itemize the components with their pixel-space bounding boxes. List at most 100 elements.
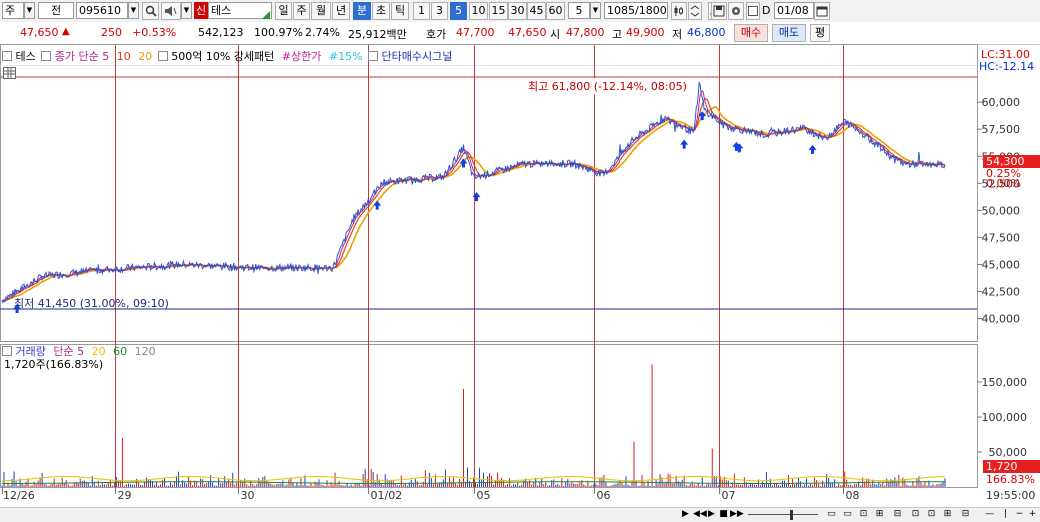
scroll-left-icon[interactable]: ▶: [680, 509, 691, 520]
bottom-scrollbar[interactable]: ▶ ◀◀ ▶ ■ ▶▶ ▭ ▭ ⊡ ⊞ ⊟ ⊡ ⊡ ⊞ ⊟ — | − +: [0, 507, 1040, 522]
drawing-tool-icon-6[interactable]: ⊡: [910, 509, 921, 520]
legend-box-icon-4: [368, 51, 379, 61]
minute-1-button[interactable]: 1: [413, 2, 430, 20]
period-day-button[interactable]: 일: [275, 2, 292, 20]
eval-button[interactable]: 평: [810, 24, 830, 42]
up-arrow-icon: ▲: [62, 26, 70, 37]
period-type-select[interactable]: 전: [38, 2, 74, 19]
quote-bar: 47,650 ▲ 250 +0.53% 542,123 100.97% 2.74…: [0, 22, 1040, 45]
volume-axis-ticks: 150,000 100,000 50,000: [977, 376, 1027, 459]
checkbox-d[interactable]: [746, 2, 760, 20]
period-week-button[interactable]: 주: [293, 2, 310, 20]
volume-tick-label: 150,000: [982, 376, 1028, 389]
high-label: 고: [612, 28, 623, 41]
price-line: [1, 81, 946, 304]
period-second-button[interactable]: 초: [372, 2, 390, 20]
credit-badge: 신: [194, 2, 208, 19]
minute-15-button[interactable]: 15: [489, 2, 508, 20]
volume-tick-label: 50,000: [989, 446, 1028, 459]
legend-limit-up[interactable]: #상한가: [282, 50, 322, 63]
time-label-7: 08: [846, 489, 860, 502]
high-price: 49,900: [626, 26, 665, 39]
drawing-tool-icon-3[interactable]: ⊡: [858, 509, 869, 520]
fast-forward-icon[interactable]: ▶▶: [730, 509, 744, 520]
toolbar: 주 ▼ 전 095610 ▼ ▼ 신 테스 일 주 월 년 분 초 틱 1 3 …: [0, 0, 1040, 23]
drawing-tool-icon-8[interactable]: ⊞: [942, 509, 953, 520]
drawing-tool-icon-9[interactable]: ⊟: [960, 509, 971, 520]
price-legend: 테스 종가 단순 5 10 20 500억 10% 강세패턴 #상한가 #15%…: [2, 48, 452, 64]
legend-box-icon-3: [157, 51, 168, 61]
price-change: 250: [101, 26, 122, 39]
period-month-button[interactable]: 월: [311, 2, 331, 20]
volume-legend-ma120[interactable]: 120: [135, 345, 156, 358]
minute-count-dropdown-icon[interactable]: ▼: [590, 2, 601, 19]
drawing-tool-icon-5[interactable]: ⊟: [892, 509, 903, 520]
gear-icon[interactable]: [728, 2, 744, 20]
search-icon[interactable]: [142, 2, 159, 20]
minute-count-input[interactable]: 5: [568, 2, 590, 19]
period-year-button[interactable]: 년: [332, 2, 350, 20]
legend-15pct[interactable]: #15%: [329, 50, 363, 63]
stock-code-input[interactable]: 095610: [76, 2, 128, 19]
zoom-out-icon[interactable]: —: [984, 509, 995, 520]
legend-box-icon: [2, 51, 12, 61]
time-label-5: 06: [597, 489, 611, 502]
open-price: 47,800: [566, 26, 605, 39]
sell-button[interactable]: 매도: [772, 24, 806, 42]
play-icon[interactable]: ▶: [706, 509, 717, 520]
drawing-tool-icon-4[interactable]: ⊞: [874, 509, 885, 520]
chart-type-icon[interactable]: [671, 2, 687, 20]
period-tick-button[interactable]: 틱: [391, 2, 409, 20]
drawing-tool-icon-1[interactable]: ▭: [826, 509, 837, 520]
current-volume-label: 1,720: [986, 460, 1018, 473]
time-label-6: 07: [722, 489, 736, 502]
code-dropdown-icon[interactable]: ▼: [128, 2, 139, 19]
legend-stock-name[interactable]: 테스: [16, 50, 36, 63]
legend-signal[interactable]: 단타매수시그널: [382, 50, 453, 63]
speaker-dropdown-icon[interactable]: ▼: [181, 2, 192, 19]
buy-signal-arrow-1: [373, 200, 382, 210]
zoom-bar-icon[interactable]: |: [1000, 509, 1011, 520]
stop-icon[interactable]: ■: [718, 509, 729, 520]
buy-button[interactable]: 매수: [734, 24, 768, 42]
arrows-icon[interactable]: [688, 2, 702, 20]
volume-legend-ma60[interactable]: 60: [113, 345, 127, 358]
zoom-slider-track[interactable]: [748, 514, 818, 515]
minus-icon[interactable]: −: [1014, 509, 1025, 520]
legend-ma5[interactable]: 5: [102, 50, 109, 63]
zoom-slider-handle[interactable]: [790, 510, 793, 520]
legend-amount-filter[interactable]: 500억 10%: [171, 50, 230, 63]
minute-5-button[interactable]: 5: [450, 2, 467, 20]
period-minute-button[interactable]: 분: [353, 2, 371, 20]
market-dropdown-icon[interactable]: ▼: [24, 2, 35, 19]
speaker-icon[interactable]: [161, 2, 181, 20]
hc-value: HC:-12.14: [979, 60, 1035, 73]
volume-value: 542,123: [198, 26, 244, 39]
minute-30-button[interactable]: 30: [508, 2, 527, 20]
minute-10-button[interactable]: 10: [469, 2, 488, 20]
volume-bars: [1, 364, 946, 487]
buy-signal-arrow-3: [472, 192, 481, 202]
minute-45-button[interactable]: 45: [527, 2, 546, 20]
calendar-icon[interactable]: [814, 2, 830, 20]
legend-box-icon-2: [41, 51, 52, 61]
plus-icon[interactable]: +: [1027, 509, 1038, 520]
bid-price: 47,650: [508, 26, 547, 39]
drawing-tool-icon-2[interactable]: ▭: [842, 509, 853, 520]
open-label: 시: [550, 28, 561, 41]
minute-3-button[interactable]: 3: [431, 2, 448, 20]
bar-count-input[interactable]: 1085/1800: [604, 2, 668, 19]
legend-ma10[interactable]: 10: [117, 50, 131, 63]
grid-toggle-icon[interactable]: [3, 67, 16, 79]
save-icon[interactable]: [711, 2, 727, 20]
market-select[interactable]: 주: [2, 2, 24, 19]
legend-pattern[interactable]: 강세패턴: [234, 50, 274, 63]
price-series: [1, 81, 946, 304]
drawing-tool-icon-7[interactable]: ⊡: [926, 509, 937, 520]
minute-60-button[interactable]: 60: [546, 2, 565, 20]
date-input[interactable]: 01/08: [774, 2, 814, 19]
rewind-icon[interactable]: ◀◀: [693, 509, 707, 520]
legend-ma20[interactable]: 20: [138, 50, 152, 63]
legend-ma-label[interactable]: 종가 단순: [55, 50, 99, 63]
time-label-2: 30: [241, 489, 255, 502]
